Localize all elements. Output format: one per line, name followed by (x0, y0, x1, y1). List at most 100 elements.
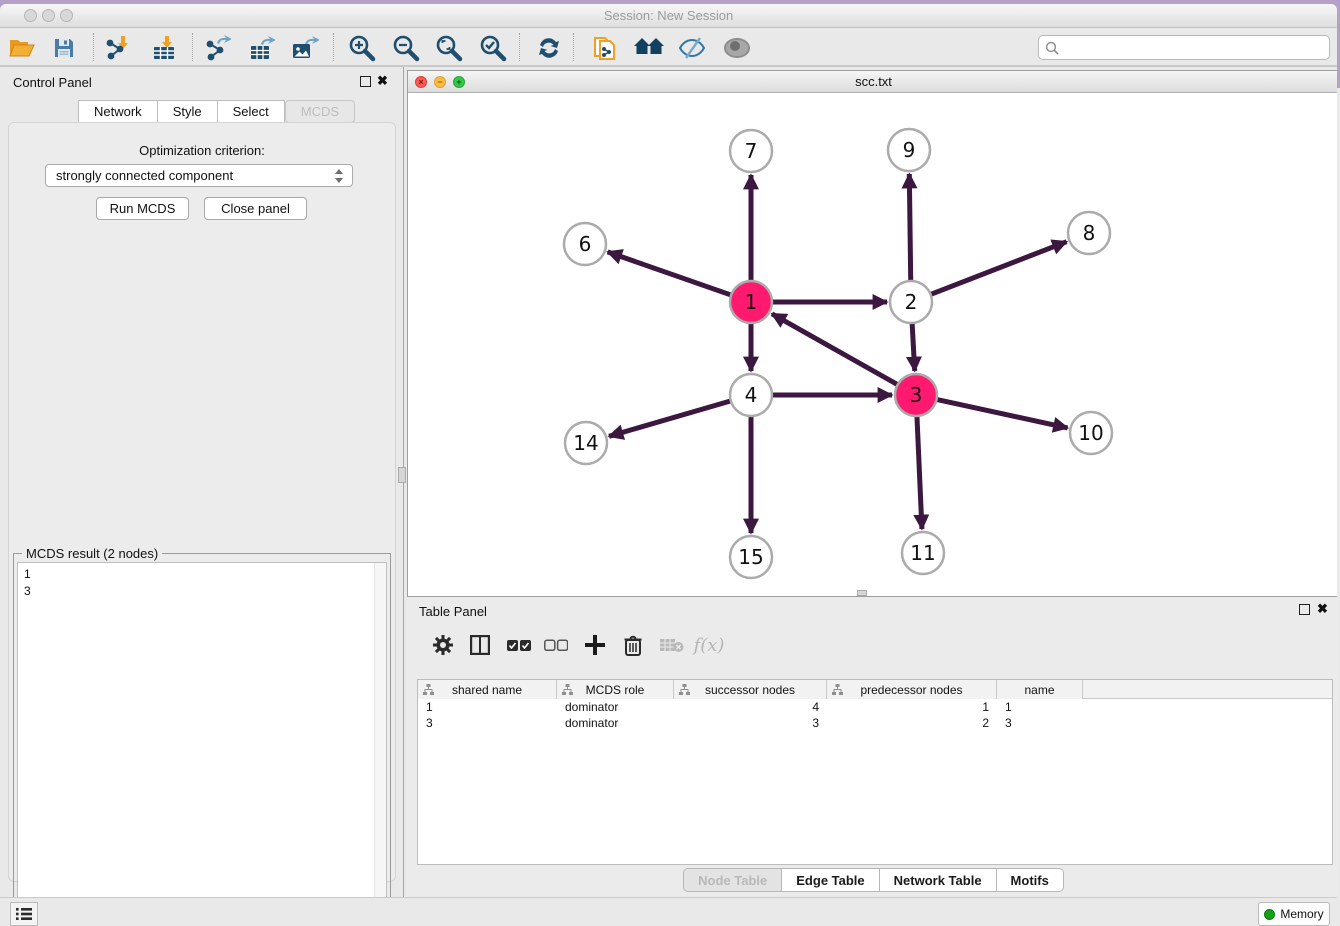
tab-mcds[interactable]: MCDS (285, 100, 355, 123)
tab-select[interactable]: Select (218, 100, 285, 123)
network-graph-canvas[interactable]: 7968124314101511 (408, 93, 1337, 596)
column-type-icon (832, 684, 843, 695)
close-panel-button[interactable]: Close panel (204, 197, 307, 220)
node-label-14: 14 (573, 431, 598, 455)
hide-glasses-icon[interactable] (674, 31, 710, 65)
table-row[interactable]: 3dominator323 (418, 715, 1332, 731)
export-network-icon[interactable] (200, 31, 236, 65)
tab-node-table[interactable]: Node Table (683, 868, 782, 892)
table-header-cell[interactable]: MCDS role (557, 680, 674, 699)
refresh-icon[interactable] (531, 31, 567, 65)
network-view-window: × − + scc.txt 7968124314101511 (407, 70, 1337, 597)
destroy-table-icon[interactable] (656, 629, 688, 661)
node-label-7: 7 (745, 139, 758, 163)
control-panel-title: Control Panel (13, 75, 92, 90)
mcds-panel: Optimization criterion: strongly connect… (8, 122, 396, 882)
deselect-all-icon[interactable] (540, 629, 572, 661)
close-panel-icon[interactable]: ✖ (377, 73, 388, 89)
edge-1-6[interactable] (608, 252, 732, 295)
node-label-10: 10 (1078, 421, 1103, 445)
function-builder-label: f(x) (694, 635, 725, 656)
column-type-icon (679, 684, 690, 695)
tab-network-table[interactable]: Network Table (880, 868, 997, 892)
table-cell[interactable]: 1 (827, 699, 997, 715)
search-field[interactable] (1038, 35, 1330, 60)
table-header-cell[interactable]: name (997, 680, 1083, 699)
edge-3-1[interactable] (772, 314, 898, 385)
vertical-splitter-handle[interactable] (398, 467, 406, 483)
float-panel-icon[interactable] (360, 76, 371, 87)
table-cell[interactable]: 1 (418, 699, 557, 715)
show-eye-icon[interactable] (719, 31, 755, 65)
save-session-icon[interactable] (46, 31, 82, 65)
title-bar: Session: New Session (0, 4, 1337, 28)
task-history-button[interactable] (10, 902, 38, 926)
table-cell[interactable]: dominator (557, 715, 674, 731)
zoom-out-icon[interactable] (388, 31, 424, 65)
tab-style[interactable]: Style (158, 100, 218, 123)
search-input[interactable] (1059, 36, 1329, 59)
import-table-icon[interactable] (147, 31, 183, 65)
table-toolbar: f(x) (419, 627, 1327, 665)
function-builder-icon[interactable]: f(x) (693, 629, 725, 661)
node-label-11: 11 (910, 541, 935, 565)
column-header-predecessor-nodes: predecessor nodes (860, 683, 962, 697)
zoom-fit-icon[interactable] (431, 31, 467, 65)
network-window-titlebar: × − + scc.txt (408, 71, 1337, 93)
network-window-title: scc.txt (408, 74, 1337, 89)
table-header-row: shared name MCDS rolesuccessor nodes prede… (418, 680, 1332, 699)
table-row[interactable]: 1dominator411 (418, 699, 1332, 715)
zoom-selected-icon[interactable] (475, 31, 511, 65)
tab-motifs[interactable]: Motifs (997, 868, 1064, 892)
main-toolbar (0, 29, 1337, 67)
edge-2-8[interactable] (931, 242, 1067, 295)
table-header-cell[interactable]: predecessor nodes (827, 680, 997, 699)
export-image-icon[interactable] (287, 31, 323, 65)
toolbar-separator (519, 33, 520, 61)
open-session-icon[interactable] (4, 31, 40, 65)
criterion-select[interactable]: strongly connected component (45, 164, 353, 187)
edge-4-14[interactable] (609, 401, 731, 436)
column-type-icon (423, 684, 434, 695)
memory-button[interactable]: Memory (1258, 902, 1330, 926)
column-browser-icon[interactable] (464, 629, 496, 661)
edge-3-11[interactable] (917, 416, 922, 529)
edge-2-3[interactable] (912, 323, 915, 371)
edge-3-10[interactable] (937, 399, 1068, 427)
table-cell[interactable]: 3 (997, 715, 1083, 731)
table-body: 1dominator4113dominator323 (418, 699, 1332, 731)
tab-network[interactable]: Network (78, 100, 158, 123)
table-cell[interactable]: 3 (674, 715, 827, 731)
table-cell[interactable]: dominator (557, 699, 674, 715)
delete-column-icon[interactable] (617, 629, 649, 661)
window-title: Session: New Session (0, 8, 1337, 23)
column-type-icon (562, 684, 573, 695)
run-mcds-button[interactable]: Run MCDS (96, 197, 189, 220)
node-table[interactable]: shared name MCDS rolesuccessor nodes prede… (417, 679, 1333, 865)
zoom-in-icon[interactable] (344, 31, 380, 65)
table-header-cell[interactable]: shared name (418, 680, 557, 699)
mcds-result-text[interactable]: 1 3 (17, 562, 387, 926)
clone-network-icon[interactable] (587, 31, 623, 65)
gear-icon[interactable] (427, 629, 459, 661)
table-cell[interactable]: 4 (674, 699, 827, 715)
select-all-icon[interactable] (503, 629, 535, 661)
horizontal-splitter-handle[interactable] (857, 590, 867, 596)
table-header-cell[interactable]: successor nodes (674, 680, 827, 699)
close-table-panel-icon[interactable]: ✖ (1317, 601, 1328, 617)
float-table-panel-icon[interactable] (1299, 604, 1310, 615)
column-header-shared-name: shared name (452, 683, 522, 697)
table-cell[interactable]: 3 (418, 715, 557, 731)
toolbar-separator (192, 33, 193, 61)
tab-edge-table[interactable]: Edge Table (782, 868, 879, 892)
home-icon[interactable] (631, 31, 667, 65)
edge-2-9[interactable] (909, 174, 910, 281)
result-scrollbar[interactable] (374, 563, 386, 925)
table-cell[interactable]: 2 (827, 715, 997, 731)
export-table-icon[interactable] (244, 31, 280, 65)
table-cell[interactable]: 1 (997, 699, 1083, 715)
add-column-icon[interactable] (579, 629, 611, 661)
column-header-name: name (1024, 683, 1054, 697)
list-icon (16, 907, 32, 921)
import-network-icon[interactable] (100, 31, 136, 65)
